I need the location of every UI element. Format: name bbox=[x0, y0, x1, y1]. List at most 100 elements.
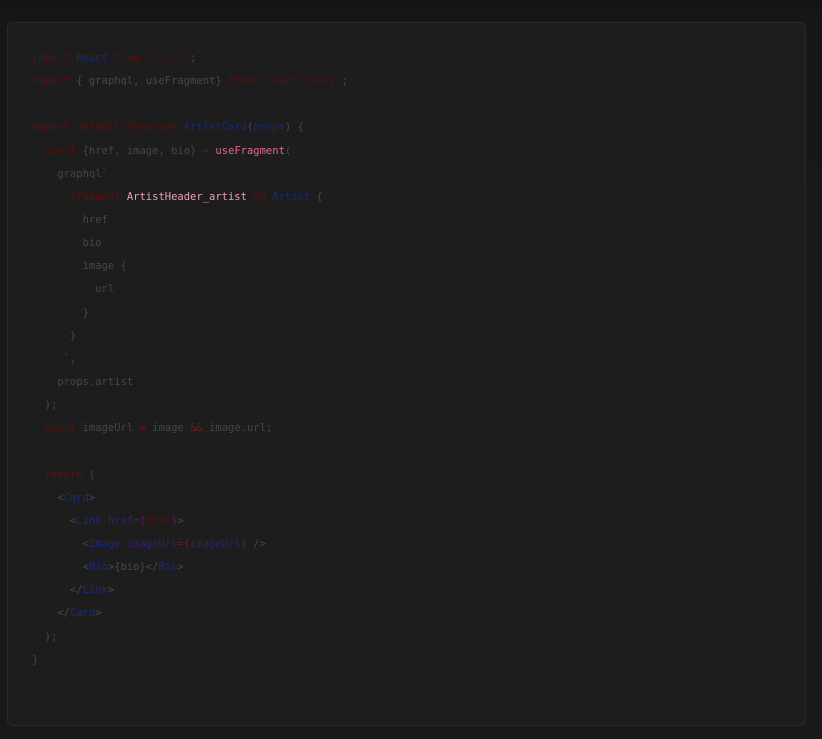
page: import React from 'react'; import { graph… bbox=[0, 0, 822, 739]
code-token: ; bbox=[190, 52, 197, 64]
code-token: </ bbox=[32, 584, 83, 597]
code-token: image { bbox=[32, 260, 127, 273]
code-token: const bbox=[44, 422, 77, 435]
code-line: ); bbox=[32, 394, 795, 417]
code-line: </Card> bbox=[32, 602, 795, 625]
code-line: import React from 'react'; bbox=[32, 47, 795, 70]
code-line: } bbox=[32, 649, 795, 672]
code-token: Artist bbox=[272, 190, 311, 203]
code-token: >{bio}</ bbox=[107, 561, 159, 574]
code-token: && bbox=[190, 422, 203, 435]
code-line: url bbox=[32, 278, 795, 301]
code-token: import bbox=[32, 52, 70, 64]
code-token: } bbox=[32, 329, 77, 342]
code-line: bio bbox=[32, 232, 795, 255]
code-token: imageUrl bbox=[76, 422, 140, 435]
code-token: {href, image, bio} bbox=[76, 144, 203, 157]
code-line: props.artist bbox=[32, 371, 795, 394]
code-token: from bbox=[227, 75, 254, 88]
code-token: ; bbox=[341, 75, 349, 88]
code-line: } bbox=[32, 302, 795, 325]
code-token: ); bbox=[32, 630, 58, 643]
code-line: <Link href={href}> bbox=[32, 510, 795, 533]
code-token: href bbox=[107, 514, 134, 527]
code-token: graphql` bbox=[32, 167, 108, 180]
code-token: { graphql, useFragment} bbox=[69, 75, 228, 88]
code-token: > bbox=[177, 561, 184, 574]
code-token: Card bbox=[69, 607, 96, 620]
code-token: < bbox=[32, 514, 77, 527]
code-line: href bbox=[32, 209, 795, 232]
code-token: > bbox=[95, 607, 102, 620]
code-token: } bbox=[32, 653, 39, 666]
code-block: import React from 'react'; import { graph… bbox=[7, 22, 806, 726]
code-line: fragment ArtistHeader_artist on Artist { bbox=[32, 186, 795, 209]
code-token: </ bbox=[32, 607, 70, 620]
code-token: url bbox=[32, 283, 115, 296]
code-line: import { graphql, useFragment} from 'rea… bbox=[32, 70, 795, 93]
code-token: > bbox=[177, 514, 184, 527]
code-token: /> bbox=[246, 537, 266, 550]
code-token: < bbox=[32, 561, 89, 574]
code-token: default bbox=[76, 121, 121, 134]
code-token: } bbox=[32, 306, 89, 319]
code-line: image { bbox=[32, 255, 795, 278]
code-token: < bbox=[32, 491, 64, 504]
code-line: ); bbox=[32, 626, 795, 649]
code-token: image bbox=[145, 422, 191, 435]
code-line: `, bbox=[32, 348, 795, 371]
code-line: <Image imageUrl={imageUrl} /> bbox=[32, 533, 795, 556]
code-token: Image bbox=[88, 537, 121, 550]
code-token: { bbox=[310, 190, 323, 203]
code-token: Card bbox=[63, 491, 89, 504]
code-token: fragment bbox=[69, 190, 121, 203]
code-token: 'react' bbox=[145, 52, 191, 64]
code-token: Bio bbox=[158, 561, 178, 574]
code-line: return ( bbox=[32, 464, 795, 487]
code-token: ); bbox=[32, 399, 58, 412]
code-token: > bbox=[88, 491, 96, 504]
code-token: ) { bbox=[284, 121, 304, 134]
code-token: useFragment bbox=[215, 144, 285, 157]
code-token: < bbox=[32, 537, 89, 550]
code-token: Bio bbox=[88, 561, 108, 574]
code-token: ( bbox=[82, 468, 96, 481]
code-line: const imageUrl = image && image.url; bbox=[32, 417, 795, 440]
code-content: import React from 'react'; import { graph… bbox=[32, 47, 795, 672]
code-line: } bbox=[32, 325, 795, 348]
code-token: > bbox=[107, 584, 115, 597]
code-line: const {href, image, bio} = useFragment( bbox=[32, 140, 795, 163]
code-token: `, bbox=[32, 352, 77, 365]
code-token: 'react-relay' bbox=[259, 75, 342, 88]
code-token: Link bbox=[76, 514, 102, 527]
code-token: ArtistHeader_artist bbox=[126, 190, 247, 203]
code-token: Link bbox=[82, 584, 108, 597]
code-token: imageUrl bbox=[126, 537, 178, 550]
code-token: function bbox=[126, 121, 178, 134]
code-line: </Link> bbox=[32, 579, 795, 602]
code-token: import bbox=[32, 75, 70, 88]
code-token: href bbox=[32, 213, 108, 226]
code-token: image.url; bbox=[202, 422, 273, 435]
code-token: on bbox=[253, 190, 266, 203]
code-token: imageUrl bbox=[190, 537, 241, 550]
code-token: props.artist bbox=[32, 375, 134, 388]
code-token: export bbox=[32, 121, 70, 134]
code-line: <Bio>{bio}</Bio> bbox=[32, 556, 795, 579]
code-token: href bbox=[145, 514, 172, 527]
code-token: ( bbox=[284, 144, 292, 157]
code-token: ArtistCard bbox=[183, 121, 247, 134]
code-token: return bbox=[44, 468, 83, 481]
code-token: from bbox=[114, 52, 140, 64]
code-token: React bbox=[76, 52, 108, 64]
code-token: const bbox=[44, 144, 77, 157]
code-line: graphql` bbox=[32, 163, 795, 186]
code-line: export default function ArtistCard(props… bbox=[32, 116, 795, 139]
code-token: bio bbox=[32, 237, 102, 250]
